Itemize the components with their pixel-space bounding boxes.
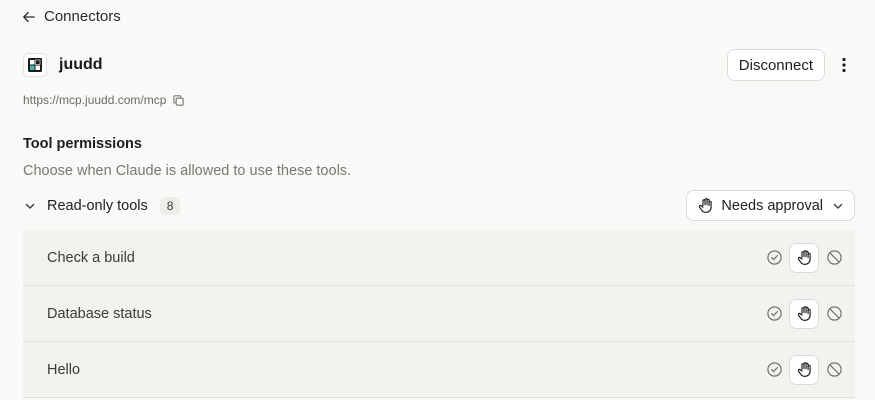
hand-icon bbox=[797, 306, 811, 321]
block-button[interactable] bbox=[819, 299, 849, 329]
disconnect-button[interactable]: Disconnect bbox=[726, 49, 825, 81]
always-allow-button[interactable] bbox=[759, 243, 789, 273]
group-approval-dropdown[interactable]: Needs approval bbox=[686, 190, 855, 221]
block-icon bbox=[826, 306, 842, 321]
hand-icon bbox=[699, 198, 713, 213]
copy-icon[interactable] bbox=[172, 94, 185, 107]
tool-row: Hello bbox=[23, 342, 855, 398]
block-button[interactable] bbox=[819, 355, 849, 385]
block-icon bbox=[826, 250, 842, 265]
needs-approval-button[interactable] bbox=[789, 298, 819, 329]
arrow-left-icon bbox=[23, 11, 35, 22]
chevron-down-icon bbox=[25, 203, 35, 209]
back-label: Connectors bbox=[44, 8, 121, 25]
approval-label: Needs approval bbox=[721, 197, 823, 214]
tool-permissions-subtitle: Choose when Claude is allowed to use the… bbox=[23, 163, 352, 179]
block-button[interactable] bbox=[819, 243, 849, 273]
check-circle-icon bbox=[766, 362, 782, 377]
tool-row: Check a build bbox=[23, 230, 855, 286]
check-circle-icon bbox=[766, 250, 782, 265]
needs-approval-button[interactable] bbox=[789, 242, 819, 273]
tool-permission-toggle bbox=[759, 354, 849, 385]
tool-name: Hello bbox=[47, 361, 81, 378]
read-only-tools-group: Read-only tools 8 Needs approval bbox=[23, 190, 855, 221]
connector-name: juudd bbox=[59, 56, 103, 73]
hand-icon bbox=[797, 362, 811, 377]
check-circle-icon bbox=[766, 306, 782, 321]
read-only-tools-toggle[interactable]: Read-only tools 8 bbox=[23, 196, 181, 215]
connector-header: juudd Disconnect bbox=[23, 49, 853, 81]
connector-title-group: juudd bbox=[23, 53, 103, 77]
connector-actions: Disconnect bbox=[726, 49, 853, 81]
tool-permission-toggle bbox=[759, 242, 849, 273]
back-to-connectors-link[interactable]: Connectors bbox=[22, 8, 121, 25]
connector-url-row: https://mcp.juudd.com/mcp bbox=[23, 93, 185, 107]
tool-permission-toggle bbox=[759, 298, 849, 329]
group-label: Read-only tools bbox=[47, 197, 148, 214]
tool-name: Check a build bbox=[47, 249, 135, 266]
more-vertical-icon bbox=[842, 57, 846, 73]
needs-approval-button[interactable] bbox=[789, 354, 819, 385]
tool-row: Database status bbox=[23, 286, 855, 342]
more-options-button[interactable] bbox=[835, 49, 853, 81]
tool-name: Database status bbox=[47, 305, 152, 322]
juudd-logo-icon bbox=[23, 53, 47, 77]
tool-permissions-title: Tool permissions bbox=[23, 136, 142, 152]
always-allow-button[interactable] bbox=[759, 355, 789, 385]
hand-icon bbox=[797, 250, 811, 265]
chevron-down-icon bbox=[833, 203, 843, 209]
connector-url: https://mcp.juudd.com/mcp bbox=[23, 93, 167, 107]
tool-count-badge: 8 bbox=[159, 196, 181, 215]
always-allow-button[interactable] bbox=[759, 299, 789, 329]
tool-list: Check a build Database status Hello bbox=[23, 230, 855, 398]
block-icon bbox=[826, 362, 842, 377]
